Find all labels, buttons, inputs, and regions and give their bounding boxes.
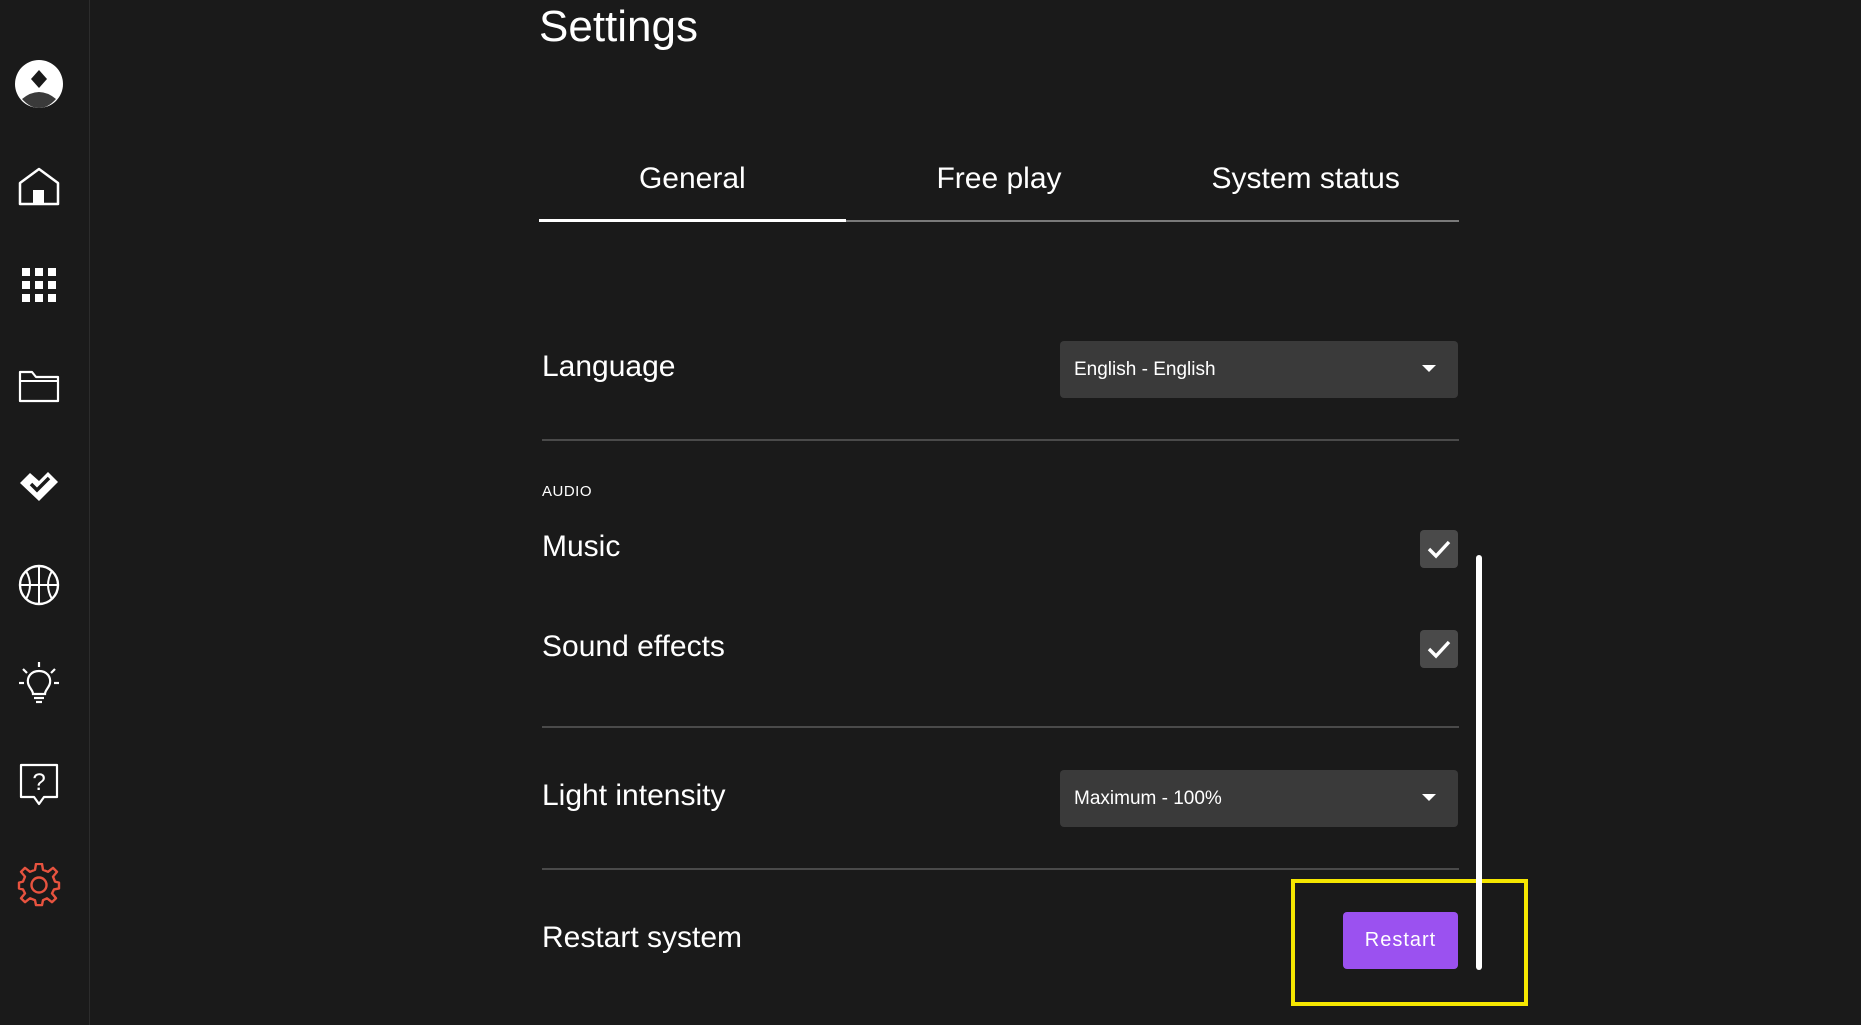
- music-checkbox[interactable]: [1420, 530, 1458, 568]
- sidebar-item-home[interactable]: [13, 160, 65, 212]
- checkmark-icon: [1427, 640, 1451, 659]
- sidebar: ?: [0, 0, 90, 1025]
- home-icon: [18, 167, 60, 206]
- light-intensity-select-value: Maximum - 100%: [1074, 787, 1222, 809]
- chevron-down-icon: [1422, 365, 1436, 372]
- lightbulb-icon: [19, 662, 59, 704]
- restart-system-label: Restart system: [542, 921, 743, 954]
- light-intensity-select[interactable]: Maximum - 100%: [1060, 770, 1458, 827]
- audio-section-label: AUDIO: [542, 483, 593, 500]
- sidebar-item-settings[interactable]: [13, 859, 65, 911]
- restart-button[interactable]: Restart: [1343, 912, 1458, 969]
- gear-icon: [17, 863, 61, 907]
- checkmark-icon: [1427, 540, 1451, 559]
- avatar-icon: [15, 60, 63, 108]
- page-title: Settings: [539, 2, 698, 51]
- music-label: Music: [542, 530, 621, 563]
- tab-free-play[interactable]: Free play: [846, 150, 1153, 220]
- basketball-icon: [18, 564, 60, 606]
- sidebar-item-files[interactable]: [13, 360, 65, 412]
- sound-effects-label: Sound effects: [542, 630, 725, 663]
- folder-icon: [18, 370, 60, 403]
- grid-icon: [22, 268, 56, 302]
- scrollbar[interactable]: [1476, 555, 1482, 970]
- help-icon: ?: [19, 763, 59, 806]
- tab-system-status[interactable]: System status: [1152, 150, 1459, 220]
- sound-effects-checkbox[interactable]: [1420, 630, 1458, 668]
- svg-text:?: ?: [32, 769, 45, 796]
- divider: [542, 868, 1459, 870]
- divider: [542, 439, 1459, 441]
- heart-check-icon: [20, 472, 58, 501]
- chevron-down-icon: [1422, 794, 1436, 801]
- settings-tabs: General Free play System status: [539, 150, 1459, 222]
- sidebar-item-help[interactable]: ?: [13, 759, 65, 811]
- sidebar-item-tips[interactable]: [13, 657, 65, 709]
- sidebar-item-sports[interactable]: [13, 559, 65, 611]
- sidebar-item-apps[interactable]: [13, 259, 65, 311]
- language-label: Language: [542, 350, 676, 383]
- sidebar-item-favorites[interactable]: [13, 459, 65, 511]
- light-intensity-label: Light intensity: [542, 779, 726, 812]
- language-select-value: English - English: [1074, 358, 1216, 380]
- divider: [542, 726, 1459, 728]
- language-select[interactable]: English - English: [1060, 341, 1458, 398]
- sidebar-item-profile[interactable]: [13, 58, 65, 110]
- tab-general[interactable]: General: [539, 150, 846, 222]
